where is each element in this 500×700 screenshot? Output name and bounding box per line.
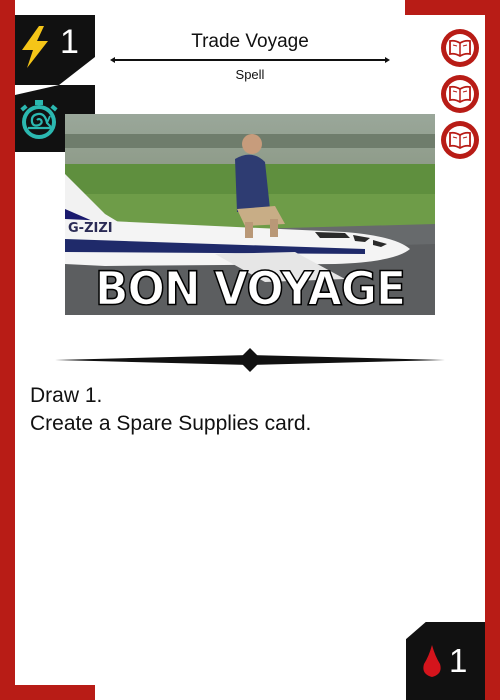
blood-drop-icon: [423, 645, 441, 677]
lightning-bolt-icon: [22, 26, 48, 68]
book-badge-3: [441, 121, 479, 159]
rules-line-2: Create a Spare Supplies card.: [30, 412, 312, 435]
card-border-top-right: [405, 0, 500, 15]
card-border-right: [485, 0, 500, 700]
open-book-icon: [449, 85, 471, 103]
rules-line-1: Draw 1.: [30, 384, 103, 407]
book-badge-1: [441, 29, 479, 67]
card-border-bottom-left: [0, 685, 95, 700]
cost-value: 1: [449, 642, 468, 679]
plane-marking: G-ZIZI: [68, 221, 113, 236]
card-art: G-ZIZI BON VOYAGE: [65, 114, 435, 315]
cost-panel: [406, 622, 485, 700]
energy-value: 1: [60, 23, 79, 61]
title-underline: [110, 57, 390, 63]
book-badge-2: [441, 75, 479, 113]
art-caption: BON VOYAGE: [94, 262, 407, 315]
open-book-icon: [449, 39, 471, 57]
open-book-icon: [449, 131, 471, 149]
card-border-left: [0, 0, 15, 700]
card-type: Spell: [235, 67, 265, 82]
section-divider: [55, 348, 445, 372]
stopwatch-snail-icon: [20, 100, 58, 139]
card-rules-text: Draw 1. Create a Spare Supplies card.: [30, 382, 470, 438]
card-title: Trade Voyage: [191, 31, 309, 52]
